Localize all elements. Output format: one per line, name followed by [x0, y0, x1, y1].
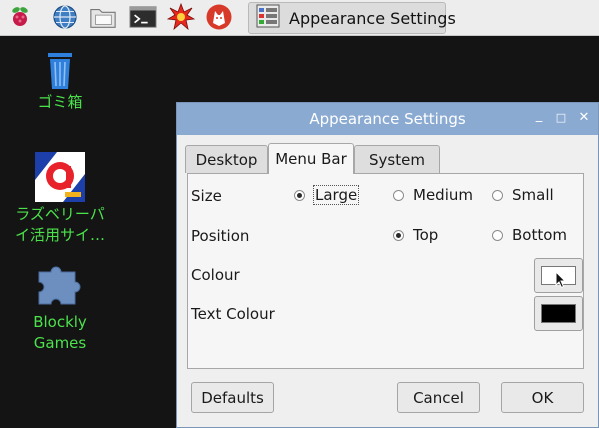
size-medium-radio[interactable]: Medium — [393, 186, 473, 204]
desktop-icon-blockly-games[interactable]: Blockly Games — [25, 262, 95, 354]
task-button-label: Appearance Settings — [289, 8, 456, 28]
appearance-settings-window: Appearance Settings _ □ ✕ Desktop Menu B… — [176, 102, 599, 428]
menu-bar-tab-panel: Size Large Medium Small Position Top Bot… — [187, 173, 584, 369]
radio-selected-indicator — [393, 229, 404, 241]
radio-selected-indicator — [294, 189, 305, 201]
raspberry-menu-icon[interactable] — [6, 3, 34, 31]
size-large-radio[interactable]: Large — [294, 185, 360, 205]
position-bottom-radio[interactable]: Bottom — [492, 226, 567, 244]
trash-icon — [30, 50, 90, 92]
colour-label: Colour — [191, 266, 240, 284]
minimize-button[interactable]: _ — [530, 107, 548, 125]
maximize-button[interactable]: □ — [552, 109, 570, 127]
trash-label: ゴミ箱 — [37, 93, 83, 111]
colour-picker-button[interactable] — [534, 258, 583, 293]
burst-app-icon[interactable] — [167, 3, 195, 31]
radio-indicator — [393, 189, 404, 201]
top-panel: Appearance Settings — [0, 0, 599, 36]
position-top-radio[interactable]: Top — [393, 226, 438, 244]
ok-button[interactable]: OK — [501, 382, 584, 413]
position-top-label: Top — [413, 226, 439, 244]
size-large-label: Large — [312, 185, 360, 205]
size-label: Size — [191, 187, 222, 205]
defaults-button[interactable]: Defaults — [191, 382, 274, 413]
task-button-appearance-settings[interactable]: Appearance Settings — [248, 2, 456, 34]
puzzle-piece-icon — [25, 262, 95, 312]
cancel-button[interactable]: Cancel — [397, 382, 480, 413]
tab-system[interactable]: System — [354, 145, 440, 173]
size-medium-label: Medium — [413, 186, 473, 204]
terminal-icon[interactable] — [129, 3, 157, 31]
appearance-settings-icon — [255, 3, 281, 33]
blockly-label-line1: Blockly — [33, 313, 87, 331]
radio-indicator — [492, 229, 503, 241]
size-small-radio[interactable]: Small — [492, 186, 554, 204]
raspi-site-label-line2: イ活用サイ… — [14, 226, 105, 244]
desktop-icon-trash[interactable]: ゴミ箱 — [30, 50, 90, 113]
radio-indicator — [492, 189, 503, 201]
web-browser-icon[interactable] — [51, 3, 79, 31]
size-small-label: Small — [512, 186, 554, 204]
text-colour-picker-button[interactable] — [534, 296, 583, 331]
position-label: Position — [191, 227, 250, 245]
text-colour-swatch — [541, 304, 576, 323]
text-colour-label: Text Colour — [191, 305, 275, 323]
tab-desktop[interactable]: Desktop — [185, 145, 268, 173]
raspi-site-icon — [5, 152, 115, 204]
tab-menu-bar[interactable]: Menu Bar — [268, 143, 354, 174]
mouse-cursor-icon — [555, 271, 567, 289]
desktop-icon-raspi-site[interactable]: ラズベリーパ イ活用サイ… — [5, 152, 115, 246]
raspi-site-label-line1: ラズベリーパ — [15, 205, 105, 223]
blockly-label-line2: Games — [33, 334, 87, 352]
position-bottom-label: Bottom — [512, 226, 568, 244]
file-manager-icon[interactable] — [89, 3, 117, 31]
wolfram-icon[interactable] — [205, 3, 233, 31]
close-button[interactable]: ✕ — [575, 109, 593, 127]
window-titlebar[interactable]: Appearance Settings _ □ ✕ — [177, 103, 598, 135]
